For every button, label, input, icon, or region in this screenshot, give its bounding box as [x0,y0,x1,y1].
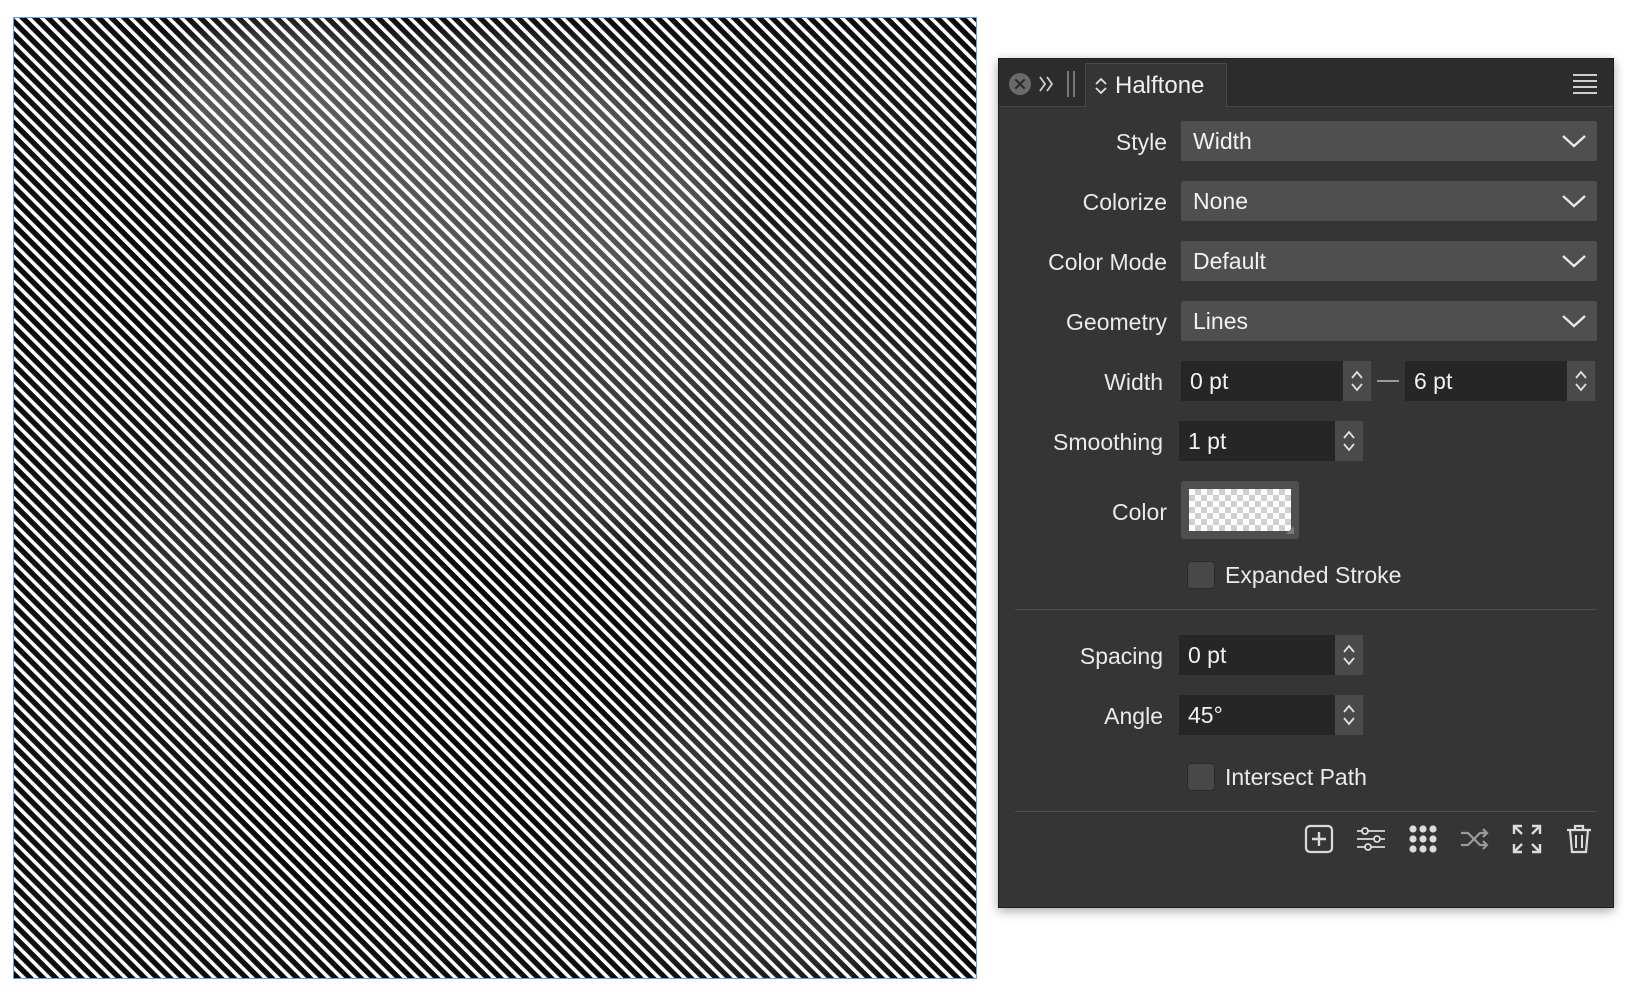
expanded-stroke-label: Expanded Stroke [1225,562,1402,588]
footer-divider [1015,811,1597,812]
chevron-up-down-icon [1351,370,1363,392]
tab-halftone[interactable]: Halftone [1085,63,1227,107]
geometry-value: Lines [1193,307,1248,334]
chevron-up-down-icon [1095,77,1107,94]
chevron-up-down-icon [1575,370,1587,392]
angle-label: Angle [1104,703,1163,729]
transparent-checker-preview [1189,489,1291,531]
halftone-lines-overlay [14,18,976,978]
smoothing-value: 1 pt [1188,427,1227,454]
width-max-field[interactable]: 6 pt [1405,361,1595,401]
expand-icon[interactable] [1511,823,1543,855]
width-min-field[interactable]: 0 pt [1181,361,1371,401]
color-mode-dropdown[interactable]: Default [1181,241,1597,281]
halftone-artwork-canvas[interactable] [13,17,977,979]
halftone-line-artwork [14,18,976,978]
smoothing-label: Smoothing [1053,429,1163,455]
geometry-label: Geometry [1066,309,1167,335]
color-mode-label: Color Mode [1048,249,1167,275]
spacing-label: Spacing [1079,643,1163,669]
panel-footer-toolbar [1303,823,1595,855]
spacing-field[interactable]: 0 pt [1179,635,1363,675]
expanded-stroke-checkbox[interactable] [1187,561,1215,589]
width-label: Width [1104,369,1163,395]
close-panel-button[interactable] [1009,73,1031,95]
chevron-up-down-icon [1343,704,1355,726]
panel-menu-button[interactable] [1571,73,1599,95]
panel-drag-handle[interactable] [1065,69,1077,99]
color-mode-value: Default [1193,247,1266,274]
chevron-up-down-icon [1343,644,1355,666]
intersect-path-label: Intersect Path [1225,764,1367,790]
chevron-down-icon [1562,195,1586,208]
chevron-down-icon [1562,135,1586,148]
panel-titlebar: Halftone [999,59,1613,107]
color-label: Color [1112,499,1167,525]
spacing-stepper[interactable] [1335,635,1363,675]
add-icon[interactable] [1303,823,1335,855]
angle-field[interactable]: 45° [1179,695,1363,735]
angle-value: 45° [1188,701,1223,728]
spacing-value: 0 pt [1188,641,1227,668]
collapse-panel-button[interactable] [1037,72,1055,96]
angle-stepper[interactable] [1335,695,1363,735]
sliders-icon[interactable] [1355,823,1387,855]
width-max-value: 6 pt [1414,367,1453,394]
colorize-dropdown[interactable]: None [1181,181,1597,221]
chevron-up-down-icon [1343,430,1355,452]
dot-grid-icon[interactable] [1407,823,1439,855]
intersect-path-checkbox[interactable] [1187,763,1215,791]
double-chevron-right-icon [1039,76,1054,92]
smoothing-field[interactable]: 1 pt [1179,421,1363,461]
width-min-stepper[interactable] [1343,361,1371,401]
panel-title: Halftone [1115,71,1205,99]
width-min-value: 0 pt [1190,367,1229,394]
geometry-dropdown[interactable]: Lines [1181,301,1597,341]
colorize-value: None [1193,187,1248,214]
trash-icon[interactable] [1563,823,1595,855]
style-dropdown[interactable]: Width [1181,121,1597,161]
section-divider [1015,609,1597,610]
colorize-label: Colorize [1082,189,1167,215]
style-label: Style [1115,129,1167,155]
swatch-corner-indicator [1286,526,1294,534]
halftone-panel: Halftone Style Width Colorize None Color… [998,58,1614,908]
style-value: Width [1193,127,1252,154]
smoothing-stepper[interactable] [1335,421,1363,461]
chevron-down-icon [1562,315,1586,328]
width-max-stepper[interactable] [1567,361,1595,401]
hamburger-menu-icon [1573,74,1597,94]
range-dash [1377,380,1399,382]
shuffle-icon[interactable] [1459,823,1491,855]
close-icon [1014,78,1026,90]
color-swatch[interactable] [1181,481,1299,539]
chevron-down-icon [1562,255,1586,268]
grip-icon [1067,71,1075,97]
